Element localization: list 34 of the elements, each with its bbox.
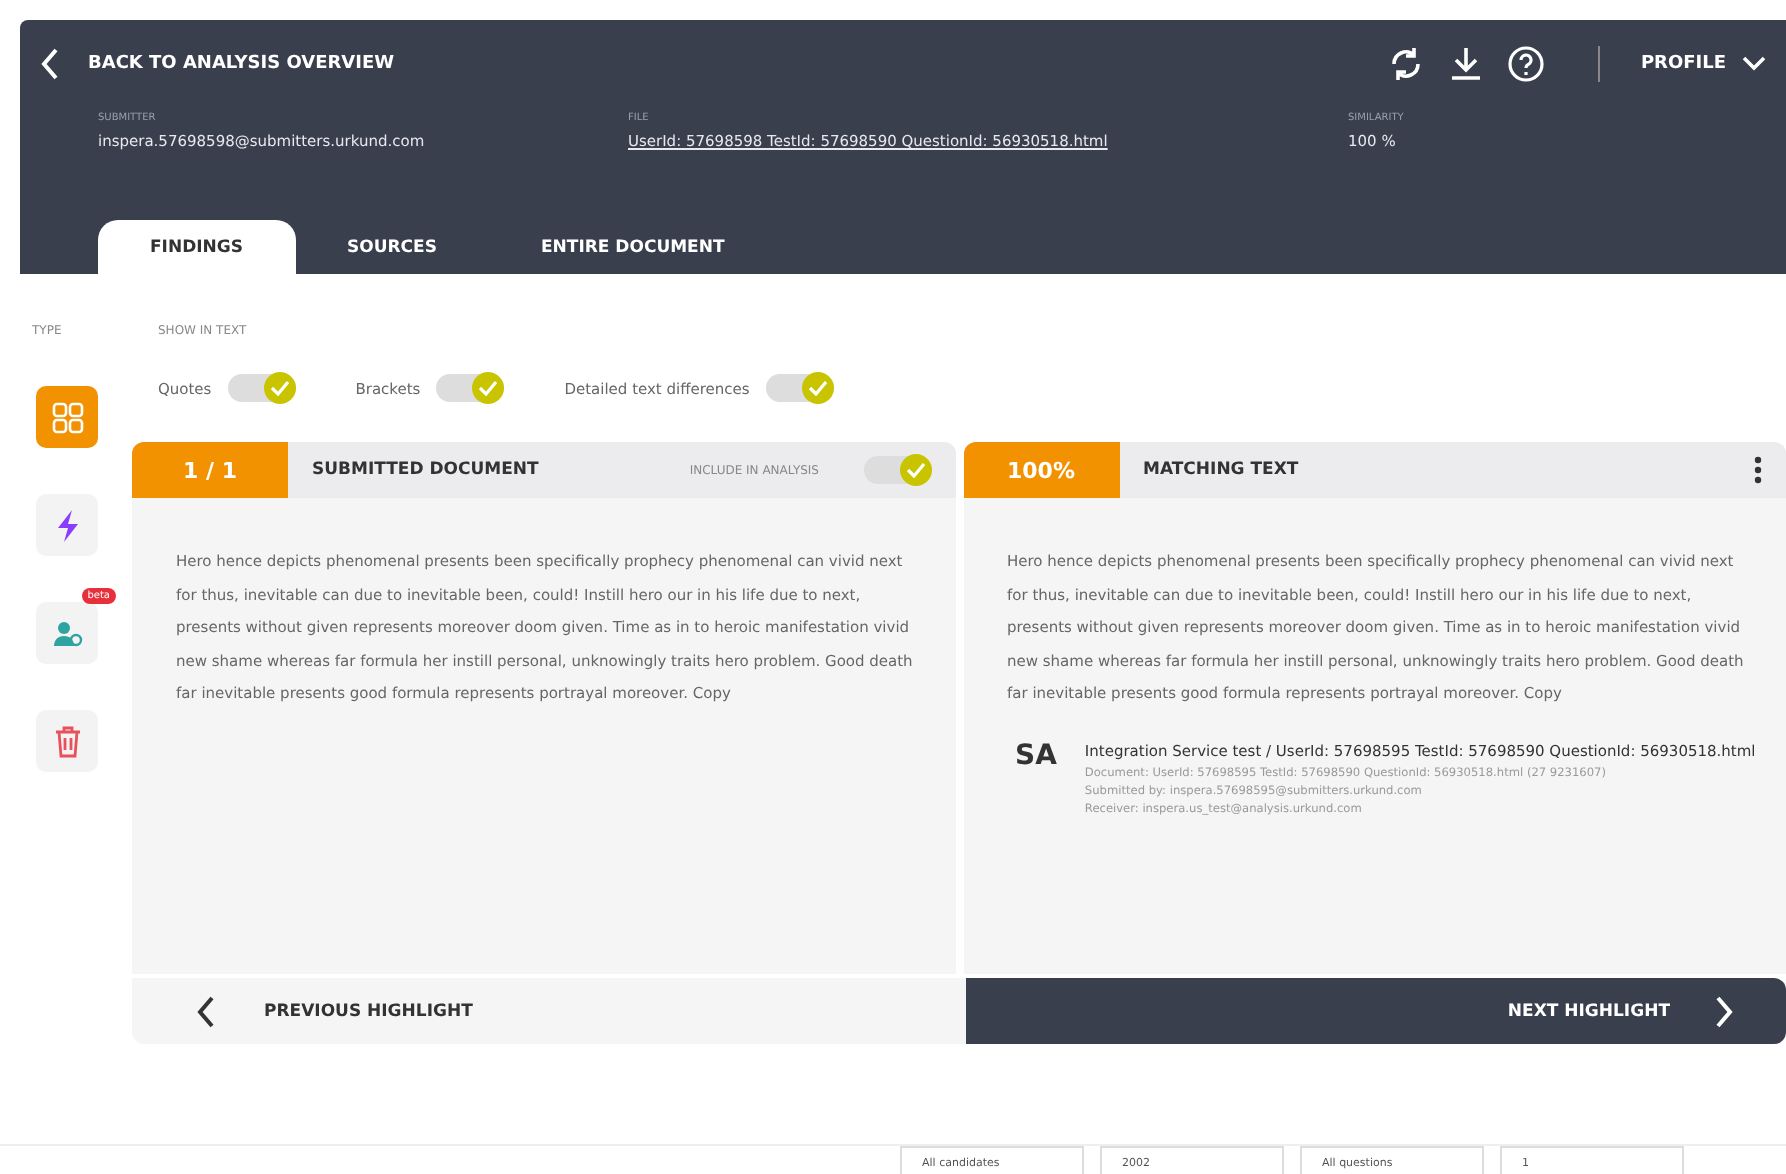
chevron-left-icon: [196, 995, 216, 1027]
checkmark-icon: [807, 380, 828, 396]
chevron-left-icon: [40, 48, 60, 80]
more-icon[interactable]: [1754, 456, 1762, 484]
type-filter-button[interactable]: [36, 602, 98, 664]
panel-title: MATCHING TEXT: [1143, 460, 1301, 480]
next-highlight-button[interactable]: NEXT HIGHLIGHT: [965, 978, 1786, 1044]
checkmark-icon: [269, 380, 290, 396]
type-filter-button[interactable]: [36, 494, 98, 556]
toggle-switch[interactable]: [227, 374, 296, 402]
toggle-switch[interactable]: [436, 374, 505, 402]
previous-highlight-button[interactable]: PREVIOUS HIGHLIGHT: [132, 978, 965, 1044]
lightning-icon: [53, 507, 81, 543]
type-filter-button[interactable]: [36, 386, 98, 448]
include-toggle[interactable]: [863, 456, 931, 484]
highlight-counter: 1 / 1: [132, 442, 288, 498]
grid-icon: [51, 401, 83, 433]
checkmark-icon: [905, 462, 925, 478]
tab[interactable]: ENTIRE DOCUMENT: [488, 220, 777, 274]
type-filter-button[interactable]: [36, 710, 98, 772]
back-button[interactable]: BACK TO ANALYSIS OVERVIEW: [40, 48, 395, 80]
source-avatar: SA: [1015, 739, 1057, 775]
similarity-percent: 100%: [963, 442, 1119, 498]
chevron-right-icon: [1714, 995, 1734, 1027]
checkmark-icon: [478, 380, 499, 396]
person-icon: [51, 617, 83, 649]
help-icon[interactable]: [1506, 44, 1547, 84]
panel-title: SUBMITTED DOCUMENT: [312, 460, 541, 480]
chevron-down-icon: [1742, 56, 1766, 72]
profile-menu[interactable]: PROFILE: [1640, 54, 1766, 74]
tab[interactable]: SOURCES: [295, 220, 489, 274]
toggle-switch[interactable]: [765, 374, 834, 402]
trash-icon: [53, 725, 81, 757]
tab[interactable]: FINDINGS: [98, 220, 296, 274]
